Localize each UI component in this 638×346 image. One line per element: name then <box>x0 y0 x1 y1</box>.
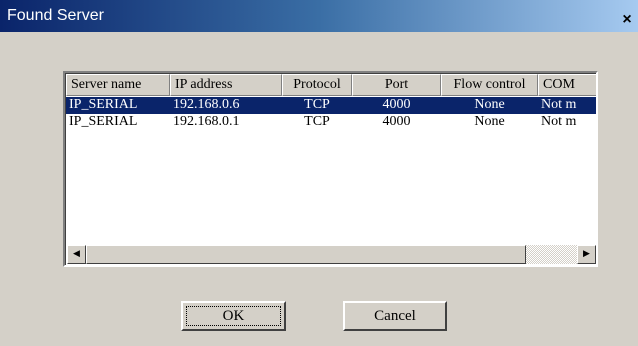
table-row[interactable]: IP_SERIAL 192.168.0.1 TCP 4000 None Not … <box>66 114 596 131</box>
list-header: Server name IP address Protocol Port Flo… <box>66 74 596 96</box>
cell-port: 4000 <box>382 97 411 112</box>
cell-com: Not m <box>541 114 577 129</box>
cell-protocol: TCP <box>304 114 330 129</box>
cell-port: 4000 <box>382 114 411 129</box>
close-icon[interactable]: × <box>618 11 636 29</box>
cell-flow-control: None <box>474 114 505 129</box>
server-list[interactable]: Server name IP address Protocol Port Flo… <box>63 71 598 267</box>
scroll-left-icon[interactable]: ◀ <box>67 245 86 264</box>
cell-flow-control: None <box>474 97 505 112</box>
focus-rect <box>186 306 281 326</box>
horizontal-scrollbar[interactable]: ◀ ▶ <box>67 245 596 264</box>
cell-com: Not m <box>541 97 577 112</box>
column-header-ip-address[interactable]: IP address <box>170 74 282 96</box>
cell-server-name: IP_SERIAL <box>69 114 138 129</box>
cell-server-name: IP_SERIAL <box>69 97 138 112</box>
server-list-frame: Server name IP address Protocol Port Flo… <box>65 73 596 265</box>
title-bar[interactable]: Found Server × <box>0 0 638 32</box>
ok-button[interactable]: OK <box>181 301 286 331</box>
cancel-button[interactable]: Cancel <box>343 301 447 331</box>
found-server-dialog: Found Server × Server name IP address Pr… <box>0 0 638 346</box>
window-title: Found Server <box>7 7 104 24</box>
table-row[interactable]: IP_SERIAL 192.168.0.6 TCP 4000 None Not … <box>66 97 596 114</box>
column-header-flow-control[interactable]: Flow control <box>441 74 538 96</box>
cancel-button-label: Cancel <box>374 308 416 324</box>
list-rows: IP_SERIAL 192.168.0.6 TCP 4000 None Not … <box>66 97 596 131</box>
cell-ip-address: 192.168.0.6 <box>173 97 240 112</box>
column-header-port[interactable]: Port <box>352 74 441 96</box>
cell-protocol: TCP <box>304 97 330 112</box>
scroll-right-icon[interactable]: ▶ <box>577 245 596 264</box>
cell-ip-address: 192.168.0.1 <box>173 114 240 129</box>
column-header-com[interactable]: COM <box>538 74 596 96</box>
column-header-protocol[interactable]: Protocol <box>282 74 352 96</box>
scrollbar-thumb[interactable] <box>86 245 526 264</box>
column-header-server-name[interactable]: Server name <box>66 74 170 96</box>
